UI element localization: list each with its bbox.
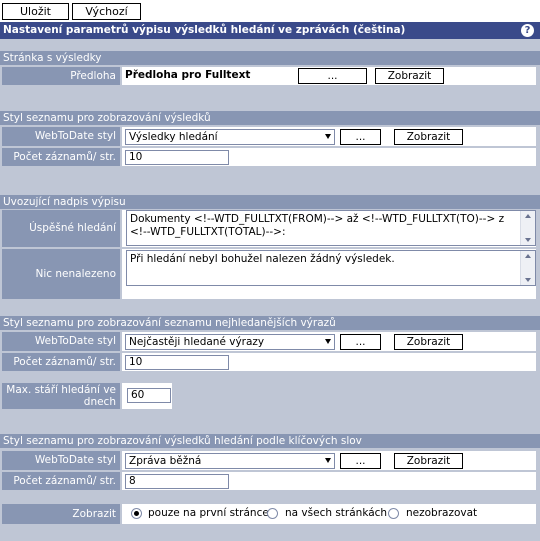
success-scrollbar[interactable]: [520, 211, 535, 245]
results-style-show-button[interactable]: Zobrazit: [394, 129, 463, 145]
success-label: Úspěšné hledání: [2, 210, 120, 247]
top-searches-show-button[interactable]: Zobrazit: [394, 334, 463, 350]
none-found-label: Nic nenalezeno: [2, 249, 120, 299]
page-title: Nastavení parametrů výpisu výsledků hled…: [3, 24, 406, 36]
top-searches-style-value: Nejčastěji hledané výrazy: [129, 336, 265, 348]
top-style-label: WebToDate styl: [2, 332, 120, 351]
display-first-page-radio[interactable]: [131, 508, 142, 519]
section-header-intro-heading: Uvozující nadpis výpisu: [0, 195, 540, 209]
style-label: WebToDate styl: [2, 127, 120, 146]
none-found-cell: Při hledání nebyl bohužel nalezen žádný …: [122, 249, 536, 299]
template-cell: Předloha pro Fulltext ... Zobrazit: [122, 67, 536, 85]
top-searches-browse-button[interactable]: ...: [340, 334, 381, 350]
scroll-down-icon: [525, 238, 531, 242]
top-count-cell: 10: [122, 353, 536, 371]
max-age-label: Max. stáří hledání ve dnech: [2, 383, 120, 409]
page-title-bar: Nastavení parametrů výpisu výsledků hled…: [0, 22, 540, 39]
display-cell: pouze na první stránce na všech stránkác…: [122, 504, 536, 524]
scroll-down-icon: [525, 278, 531, 282]
keyword-style-cell: Zpráva běžná ... Zobrazit: [122, 451, 536, 470]
none-found-text: Při hledání nebyl bohužel nalezen žádný …: [130, 253, 395, 265]
template-browse-button[interactable]: ...: [298, 68, 367, 84]
none-found-textarea[interactable]: Při hledání nebyl bohužel nalezen žádný …: [126, 250, 536, 286]
settings-panel: Stránka s výsledky Předloha Předloha pro…: [0, 39, 540, 541]
keyword-style-label: WebToDate styl: [2, 451, 120, 470]
chevron-down-icon: [325, 458, 331, 463]
defaults-button[interactable]: Výchozí: [72, 3, 141, 20]
display-none-label: nezobrazovat: [406, 507, 478, 519]
template-show-button[interactable]: Zobrazit: [375, 68, 444, 84]
results-count-input[interactable]: 10: [125, 150, 229, 165]
keyword-count-input[interactable]: 8: [125, 474, 229, 489]
keyword-style-select[interactable]: Zpráva běžná: [125, 453, 335, 469]
keyword-show-button[interactable]: Zobrazit: [394, 453, 463, 469]
count-label: Počet záznamů/ str.: [2, 148, 120, 166]
display-label: Zobrazit: [2, 504, 120, 524]
scroll-up-icon: [525, 254, 531, 258]
top-searches-style-select[interactable]: Nejčastěji hledané výrazy: [125, 334, 335, 350]
template-label: Předloha: [2, 67, 120, 85]
results-style-value: Výsledky hledání: [129, 131, 218, 143]
section-header-results-list-style: Styl seznamu pro zobrazování výsledků: [0, 111, 540, 125]
keyword-count-label: Počet záznamů/ str.: [2, 472, 120, 490]
none-found-scrollbar[interactable]: [520, 251, 535, 285]
keyword-browse-button[interactable]: ...: [340, 453, 381, 469]
success-textarea[interactable]: Dokumenty <!--WTD_FULLTXT(FROM)--> až <!…: [126, 210, 536, 246]
display-all-pages-radio[interactable]: [267, 508, 278, 519]
section-header-keyword-results-style: Styl seznamu pro zobrazování výsledků hl…: [0, 434, 540, 448]
display-all-pages-label: na všech stránkách: [285, 507, 388, 519]
top-count-label: Počet záznamů/ str.: [2, 353, 120, 371]
success-text: Dokumenty <!--WTD_FULLTXT(FROM)--> až <!…: [130, 213, 505, 238]
results-style-browse-button[interactable]: ...: [340, 129, 381, 145]
chevron-down-icon: [325, 134, 331, 139]
top-searches-count-input[interactable]: 10: [125, 355, 229, 370]
style-cell: Výsledky hledání ... Zobrazit: [122, 127, 536, 146]
section-header-top-searches-style: Styl seznamu pro zobrazování seznamu nej…: [0, 316, 540, 330]
section-header-results-page: Stránka s výsledky: [0, 51, 540, 65]
keyword-style-value: Zpráva běžná: [129, 455, 202, 467]
chevron-down-icon: [325, 339, 331, 344]
success-cell: Dokumenty <!--WTD_FULLTXT(FROM)--> až <!…: [122, 210, 536, 247]
count-cell: 10: [122, 148, 536, 166]
keyword-count-cell: 8: [122, 472, 536, 490]
top-style-cell: Nejčastěji hledané výrazy ... Zobrazit: [122, 332, 536, 351]
toolbar: Uložit Výchozí: [0, 0, 540, 22]
display-none-radio[interactable]: [388, 508, 399, 519]
help-icon[interactable]: ?: [521, 24, 534, 37]
save-button[interactable]: Uložit: [2, 3, 69, 20]
scroll-up-icon: [525, 214, 531, 218]
results-style-select[interactable]: Výsledky hledání: [125, 129, 335, 145]
max-age-cell: 60: [122, 383, 172, 409]
template-value: Předloha pro Fulltext: [125, 69, 251, 81]
max-age-input[interactable]: 60: [127, 388, 171, 403]
display-first-page-label: pouze na první stránce: [148, 507, 269, 519]
